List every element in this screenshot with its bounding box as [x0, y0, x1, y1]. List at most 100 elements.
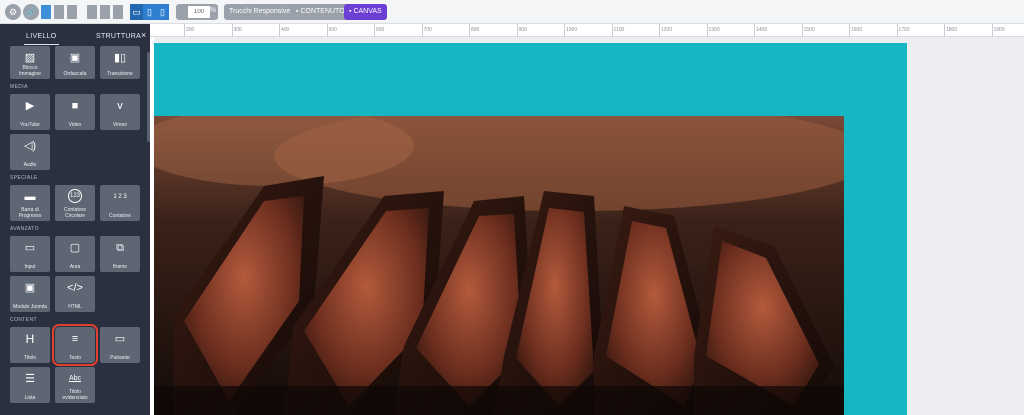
section-title-special: SPECIALE — [10, 175, 38, 181]
button-icon: ▭ — [114, 333, 126, 345]
ruler-tick-label: 500 — [328, 27, 337, 33]
tile-image-block[interactable]: ▨ Blocco Immagine — [10, 46, 50, 79]
tile-label: Pulsante — [110, 355, 130, 361]
canvas-stage[interactable] — [150, 43, 907, 415]
text-icon: ≡ — [71, 333, 79, 345]
video-camera-icon: ■ — [71, 100, 79, 112]
canvas-mode-label: CANVAS — [353, 8, 382, 15]
content-mode-button[interactable]: ▪ CONTENUTO — [291, 4, 350, 20]
ruler-tick-label: 1100 — [613, 27, 625, 33]
tile-youtube[interactable]: ▶ YouTube — [10, 94, 50, 130]
ruler-tick-label: 1800 — [946, 27, 958, 33]
ruler-tick — [421, 24, 423, 37]
tile-label: Video — [68, 122, 82, 128]
tile-textarea[interactable]: ▢ Area — [55, 236, 95, 272]
tile-list[interactable]: ☰ Lista — [10, 367, 50, 403]
tablet-view-icon[interactable]: ▯ — [143, 4, 156, 20]
zoom-unit: % — [209, 7, 216, 14]
ruler-tick-label: 1500 — [803, 27, 815, 33]
tile-label: Titolo — [23, 355, 37, 361]
tile-iframe[interactable]: ⧉ Iframe — [100, 236, 140, 272]
tile-label: Testo — [69, 355, 81, 361]
html-code-icon: </> — [67, 282, 83, 294]
tab-layer[interactable]: LIVELLO — [24, 33, 59, 45]
tile-label: Iframe — [112, 264, 128, 270]
ruler-tick — [706, 24, 708, 37]
iframe-icon: ⧉ — [116, 242, 124, 254]
canvas-mode-button[interactable]: ▪ CANVAS — [344, 4, 387, 20]
ruler-tick-label: 700 — [423, 27, 432, 33]
ruler-tick — [564, 24, 565, 37]
top-toolbar: ⚙ 🔗 ▭ ▯ ▯ % Trucchi Responsive ▪ CONTENU… — [0, 0, 1024, 24]
ruler-tick — [231, 24, 233, 37]
sidebar-canvas-divider — [150, 37, 154, 415]
ruler-tick-label: 300 — [233, 27, 242, 33]
layer-sidebar: LIVELLO STRUTTURA × ▨ Blocco Immagine ▣ … — [0, 24, 150, 415]
layout-full-width-icon[interactable] — [40, 4, 52, 20]
tile-circle-counter[interactable]: 123 Contatore Circolare — [55, 185, 95, 221]
steak-photo[interactable] — [154, 116, 844, 415]
ruler-tick-label: 1000 — [566, 27, 578, 33]
mobile-view-icon[interactable]: ▯ — [156, 4, 169, 20]
ruler-tick — [374, 24, 375, 37]
horizontal-ruler: 200 300 400 500 600 700 800 900 1000 1100 1200 1300… — [150, 24, 1024, 37]
tile-vimeo[interactable]: v Vimeo — [100, 94, 140, 130]
tile-label: HTML — [68, 304, 82, 310]
ruler-tick-label: 200 — [186, 27, 195, 33]
tile-audio[interactable]: ◁) Audio — [10, 134, 50, 170]
zoom-input[interactable] — [188, 6, 210, 18]
tile-label: Modulo Joomla — [13, 304, 47, 310]
tile-progress-bar[interactable]: ▬ Barra di Progresso — [10, 185, 50, 221]
ruler-tick-label: 1200 — [661, 27, 673, 33]
ruler-tick — [991, 24, 993, 37]
tile-video[interactable]: ■ Video — [55, 94, 95, 130]
tile-label: Barra di Progresso — [18, 207, 42, 219]
tile-label: Ordascafa — [63, 71, 87, 77]
tile-input[interactable]: ▭ Input — [10, 236, 50, 272]
tab-structure[interactable]: STRUTTURA — [96, 33, 141, 40]
tile-joomla-module[interactable]: ▣ Modulo Joomla — [10, 276, 50, 312]
tile-label: Input — [24, 264, 36, 270]
image-block-icon: ▨ — [24, 52, 36, 64]
tile-text[interactable]: ≡ Testo — [52, 324, 98, 366]
ruler-tick — [944, 24, 945, 37]
ruler-tick-label: 400 — [281, 27, 290, 33]
ruler-tick — [279, 24, 280, 37]
youtube-icon: ▶ — [25, 100, 35, 112]
tile-html[interactable]: </> HTML — [55, 276, 95, 312]
align-right-icon[interactable] — [112, 4, 124, 20]
tile-transition[interactable]: ▮▯ Transizione — [100, 46, 140, 79]
layout-boxed-icon[interactable] — [53, 4, 65, 20]
ruler-tick-label: 1900 — [993, 27, 1005, 33]
canvas-area — [150, 37, 1024, 415]
input-icon: ▭ — [24, 242, 36, 254]
close-icon[interactable]: × — [141, 30, 146, 40]
counter-icon: 1 2 3 — [113, 194, 127, 200]
tile-highlighted-title[interactable]: Abc Titolo evidenziato — [55, 367, 95, 403]
tile-button[interactable]: ▭ Pulsante — [100, 327, 140, 363]
ruler-tick — [754, 24, 755, 37]
tile-image[interactable]: ▣ Ordascafa — [55, 46, 95, 79]
section-title-advanced: AVANZATO — [10, 226, 39, 232]
settings-gear-icon[interactable]: ⚙ — [5, 4, 21, 20]
layout-fixed-icon[interactable] — [66, 4, 78, 20]
content-mode-label: CONTENUTO — [300, 8, 345, 15]
link-icon[interactable]: 🔗 — [23, 4, 39, 20]
tile-heading[interactable]: H Titolo — [10, 327, 50, 363]
responsive-tricks-button[interactable]: Trucchi Responsive — [224, 4, 296, 20]
tile-label: Vimeo — [112, 122, 128, 128]
section-title-media: MEDIA — [10, 84, 28, 90]
list-icon: ☰ — [25, 373, 35, 385]
audio-icon: ◁) — [23, 140, 37, 152]
image-icon: ▣ — [69, 52, 81, 64]
align-left-icon[interactable] — [86, 4, 98, 20]
zoom-control: % — [176, 4, 218, 20]
circle-counter-icon: 123 — [68, 189, 82, 203]
align-center-icon[interactable] — [99, 4, 111, 20]
tile-counter[interactable]: 1 2 3 Contatore — [100, 185, 140, 221]
ruler-tick — [184, 24, 185, 37]
heading-icon: H — [25, 332, 35, 346]
ruler-tick-label: 1400 — [756, 27, 768, 33]
joomla-module-icon: ▣ — [24, 282, 36, 294]
desktop-view-icon[interactable]: ▭ — [130, 4, 143, 20]
